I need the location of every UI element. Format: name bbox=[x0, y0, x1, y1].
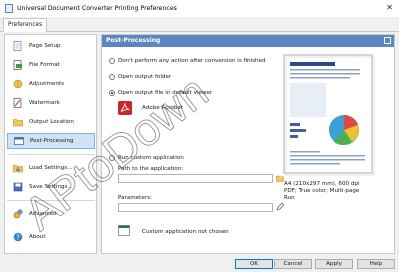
tab-strip: Preferences bbox=[0, 17, 399, 32]
about-icon: ? bbox=[13, 232, 23, 242]
sidebar-item-about[interactable]: ? About bbox=[7, 229, 95, 245]
custom-app-icon bbox=[118, 225, 130, 236]
path-field[interactable] bbox=[118, 174, 273, 183]
radio-run-custom[interactable] bbox=[109, 155, 115, 161]
close-icon[interactable]: ✕ bbox=[386, 3, 393, 13]
save-settings-icon bbox=[13, 182, 23, 192]
panel-title: Post-Processing bbox=[106, 37, 161, 44]
watermark-icon bbox=[13, 98, 23, 108]
adjustments-icon bbox=[13, 79, 23, 89]
sidebar-divider bbox=[7, 200, 95, 201]
sidebar-item-label: Advanced bbox=[29, 211, 57, 217]
sidebar-item-watermark[interactable]: Watermark bbox=[7, 95, 95, 111]
preview-info-line-2: PDF; True color; Multi-page bbox=[284, 188, 360, 194]
preview-area: A4 (210x297 mm), 600 dpi PDF; True color… bbox=[282, 53, 388, 253]
sidebar-item-post-processing[interactable]: Post-Processing bbox=[7, 133, 95, 149]
title-bar: Universal Document Converter Printing Pr… bbox=[0, 0, 399, 17]
sidebar: Page Setup File Format Adjustments Water… bbox=[4, 34, 97, 254]
custom-app-status: Custom application not chosen bbox=[142, 229, 229, 235]
help-button[interactable]: Help bbox=[357, 259, 395, 269]
sidebar-item-label: Page Setup bbox=[29, 43, 61, 49]
sidebar-item-label: File Format bbox=[29, 62, 60, 68]
path-label: Path to the application: bbox=[118, 166, 184, 172]
document-preview-image bbox=[283, 54, 375, 176]
sidebar-item-label: About bbox=[29, 234, 46, 240]
preview-info-line-1: A4 (210x297 mm), 600 dpi bbox=[284, 181, 360, 187]
app-icon bbox=[5, 4, 13, 13]
option-no-action-label[interactable]: Don't perform any action after conversio… bbox=[118, 58, 266, 64]
sidebar-item-label: Adjustments bbox=[29, 81, 65, 87]
file-format-icon bbox=[13, 60, 23, 70]
folder-icon bbox=[13, 117, 23, 127]
ok-button[interactable]: OK bbox=[235, 259, 273, 269]
radio-open-folder[interactable] bbox=[109, 74, 115, 80]
radio-no-action[interactable] bbox=[109, 58, 115, 64]
sidebar-item-advanced[interactable]: Advanced bbox=[7, 206, 95, 222]
page-setup-icon bbox=[13, 41, 23, 51]
panel-header: Post-Processing bbox=[102, 35, 394, 47]
sidebar-item-save-settings[interactable]: Save Settings... bbox=[7, 179, 95, 195]
sidebar-item-label: Save Settings... bbox=[29, 184, 73, 190]
option-open-folder-label[interactable]: Open output folder bbox=[118, 74, 171, 80]
radio-open-viewer[interactable] bbox=[109, 90, 115, 96]
acrobat-icon bbox=[118, 101, 132, 115]
sidebar-item-file-format[interactable]: File Format bbox=[7, 57, 95, 73]
sidebar-divider bbox=[7, 154, 95, 155]
sidebar-item-load-settings[interactable]: Load Settings... bbox=[7, 160, 95, 176]
sidebar-item-label: Watermark bbox=[29, 100, 60, 106]
header-window-icon bbox=[384, 37, 391, 44]
sidebar-item-label: Output Location bbox=[29, 119, 74, 125]
window-title: Universal Document Converter Printing Pr… bbox=[17, 5, 177, 12]
sidebar-item-adjustments[interactable]: Adjustments bbox=[7, 76, 95, 92]
option-open-viewer-label[interactable]: Open output file in default viewer bbox=[118, 90, 212, 96]
load-settings-icon bbox=[13, 163, 23, 173]
post-processing-panel: Post-Processing Don't perform any action… bbox=[101, 34, 395, 254]
svg-text:?: ? bbox=[16, 234, 20, 242]
sidebar-item-page-setup[interactable]: Page Setup bbox=[7, 38, 95, 54]
apply-button[interactable]: Apply bbox=[315, 259, 353, 269]
parameters-field[interactable] bbox=[118, 203, 273, 212]
sidebar-item-label: Load Settings... bbox=[29, 165, 73, 171]
parameters-label: Parameters: bbox=[118, 195, 152, 201]
tab-preferences[interactable]: Preferences bbox=[3, 18, 48, 32]
sidebar-item-label: Post-Processing bbox=[30, 138, 74, 144]
option-run-custom-label[interactable]: Run custom application bbox=[118, 155, 184, 161]
cancel-button[interactable]: Cancel bbox=[274, 259, 312, 269]
advanced-icon bbox=[13, 209, 23, 219]
viewer-app-name: Adobe Acrobat bbox=[142, 105, 184, 111]
preview-info-line-3: Run bbox=[284, 195, 295, 201]
post-processing-icon bbox=[14, 136, 24, 146]
sidebar-item-output-location[interactable]: Output Location bbox=[7, 114, 95, 130]
